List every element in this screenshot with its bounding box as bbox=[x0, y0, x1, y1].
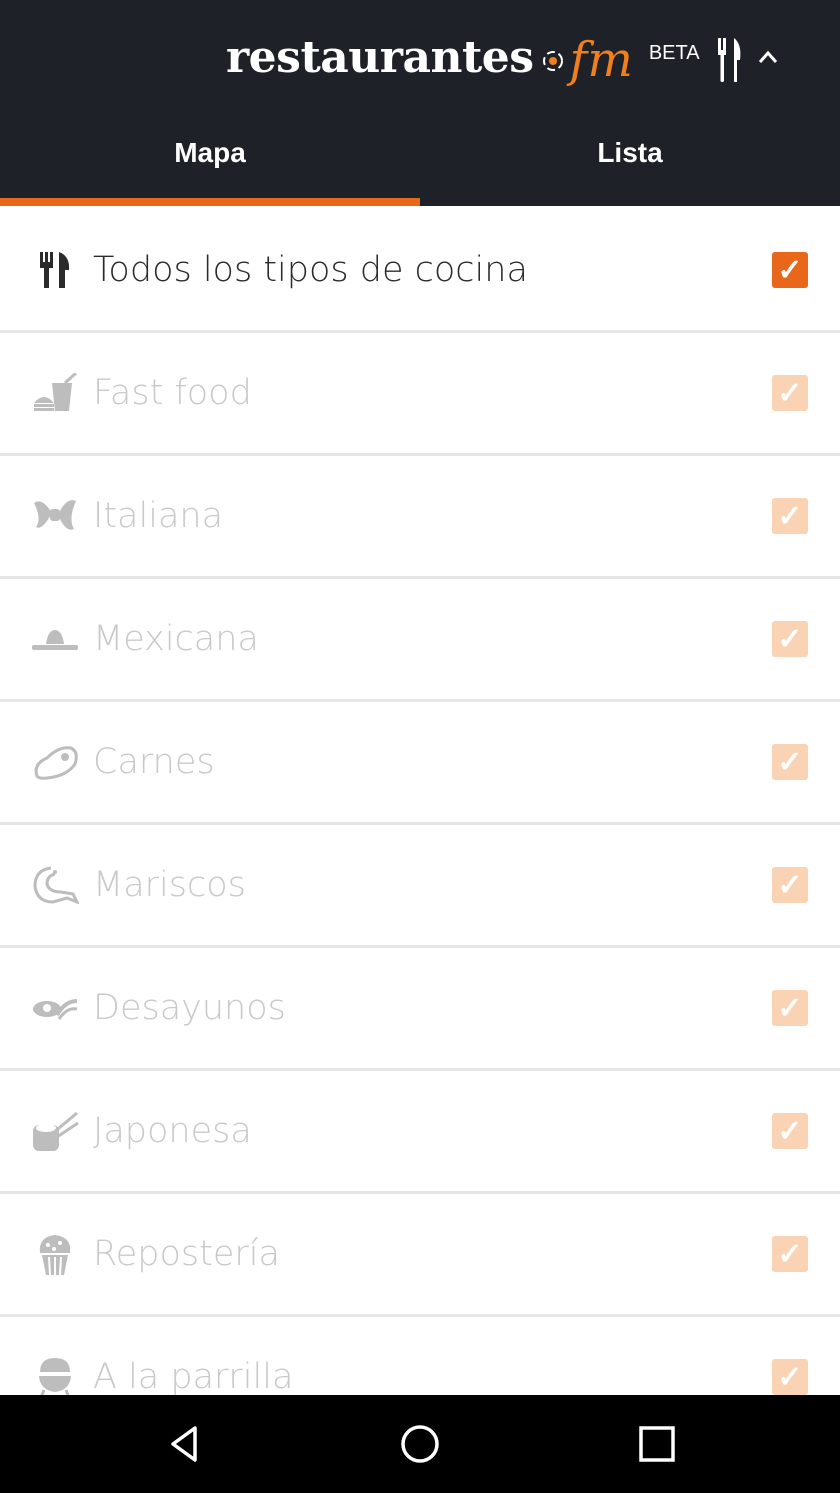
checkbox-checked[interactable]: ✓ bbox=[772, 375, 808, 411]
cuisine-label: Carnes bbox=[93, 742, 215, 782]
tab-indicator bbox=[0, 198, 420, 206]
cuisine-row-italiana[interactable]: Italiana ✓ bbox=[0, 456, 840, 579]
chevron-up-icon[interactable] bbox=[758, 50, 778, 69]
cuisine-row-reposteria[interactable]: Repostería ✓ bbox=[0, 1194, 840, 1317]
app-header: restaurantes fm BETA Mapa Lista bbox=[0, 0, 840, 206]
checkbox-checked[interactable]: ✓ bbox=[772, 1236, 808, 1272]
back-icon[interactable] bbox=[160, 1419, 210, 1469]
checkbox-checked[interactable]: ✓ bbox=[772, 1113, 808, 1149]
cuisine-label: Fast food bbox=[93, 373, 252, 413]
beta-badge: BETA bbox=[648, 42, 700, 64]
cuisine-label: Mariscos bbox=[93, 865, 246, 905]
cuisine-row-todos[interactable]: Todos los tipos de cocina ✓ bbox=[0, 210, 840, 333]
checkbox-checked[interactable]: ✓ bbox=[772, 621, 808, 657]
cuisine-label: Mexicana bbox=[93, 619, 259, 659]
tab-lista[interactable]: Lista bbox=[420, 110, 840, 196]
cuisine-list: Todos los tipos de cocina ✓ Fast food ✓ … bbox=[0, 206, 840, 1395]
cutlery-icon bbox=[30, 245, 80, 295]
cuisine-row-carnes[interactable]: Carnes ✓ bbox=[0, 702, 840, 825]
pasta-icon bbox=[30, 491, 80, 541]
cutlery-icon[interactable] bbox=[716, 38, 744, 87]
shrimp-icon bbox=[30, 860, 80, 910]
cuisine-label: Italiana bbox=[93, 496, 224, 536]
checkbox-checked[interactable]: ✓ bbox=[772, 990, 808, 1026]
cuisine-label: Japonesa bbox=[93, 1111, 252, 1151]
android-nav-bar bbox=[0, 1395, 840, 1493]
cuisine-label: Todos los tipos de cocina bbox=[93, 250, 528, 290]
checkbox-checked[interactable]: ✓ bbox=[772, 744, 808, 780]
cuisine-row-parrilla[interactable]: A la parrilla ✓ bbox=[0, 1317, 840, 1395]
breakfast-icon bbox=[30, 983, 80, 1033]
grill-icon bbox=[30, 1352, 80, 1395]
sushi-icon bbox=[30, 1106, 80, 1156]
cuisine-row-mexicana[interactable]: Mexicana ✓ bbox=[0, 579, 840, 702]
checkbox-checked[interactable]: ✓ bbox=[772, 1359, 808, 1395]
cuisine-label: A la parrilla bbox=[93, 1357, 294, 1395]
sombrero-icon bbox=[30, 614, 80, 664]
fast-food-icon bbox=[30, 368, 80, 418]
brand-logo: restaurantes fm BETA bbox=[226, 32, 700, 92]
cuisine-label: Repostería bbox=[93, 1234, 280, 1274]
checkbox-checked[interactable]: ✓ bbox=[772, 252, 808, 288]
cuisine-label: Desayunos bbox=[93, 988, 286, 1028]
brand-dot-icon bbox=[542, 50, 564, 77]
recents-icon[interactable] bbox=[632, 1419, 682, 1469]
tab-bar: Mapa Lista bbox=[0, 110, 840, 206]
checkbox-checked[interactable]: ✓ bbox=[772, 867, 808, 903]
tab-mapa[interactable]: Mapa bbox=[0, 110, 420, 196]
brand-fm: fm bbox=[569, 32, 633, 88]
checkbox-checked[interactable]: ✓ bbox=[772, 498, 808, 534]
home-icon[interactable] bbox=[395, 1419, 445, 1469]
brand-wordmark: restaurantes bbox=[226, 32, 534, 83]
cuisine-row-desayunos[interactable]: Desayunos ✓ bbox=[0, 948, 840, 1071]
cuisine-row-fast-food[interactable]: Fast food ✓ bbox=[0, 333, 840, 456]
cupcake-icon bbox=[30, 1229, 80, 1279]
cuisine-row-japonesa[interactable]: Japonesa ✓ bbox=[0, 1071, 840, 1194]
cuisine-row-mariscos[interactable]: Mariscos ✓ bbox=[0, 825, 840, 948]
steak-icon bbox=[30, 737, 80, 787]
